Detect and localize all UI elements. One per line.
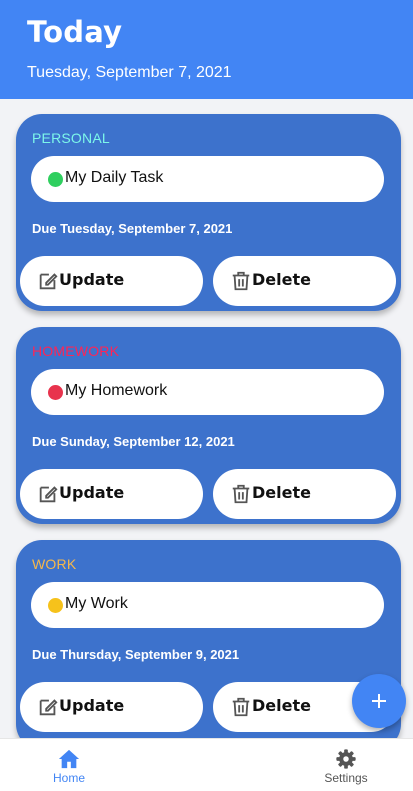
delete-button[interactable]: Delete xyxy=(213,256,396,306)
task-name: My Daily Task xyxy=(65,169,164,186)
task-due-date: Due Tuesday, September 7, 2021 xyxy=(32,221,233,236)
edit-icon xyxy=(39,273,58,290)
nav-home-label: Home xyxy=(52,771,85,785)
nav-item-settings[interactable]: Settings xyxy=(315,739,377,791)
task-list[interactable]: PERSONAL My Daily Task Due Tuesday, Sept… xyxy=(0,99,413,738)
task-card: PERSONAL My Daily Task Due Tuesday, Sept… xyxy=(16,114,401,311)
update-button-label: Update xyxy=(59,696,125,715)
trash-icon xyxy=(232,484,250,504)
update-button-label: Update xyxy=(59,270,125,289)
current-date: Tuesday, September 7, 2021 xyxy=(27,64,232,81)
delete-button-label: Delete xyxy=(252,270,311,289)
task-name-pill: My Daily Task xyxy=(31,156,384,202)
task-name-pill: My Homework xyxy=(31,369,384,415)
nav-settings-label: Settings xyxy=(324,771,368,785)
task-category: PERSONAL xyxy=(32,130,110,146)
task-card: HOMEWORK My Homework Due Sunday, Septemb… xyxy=(16,327,401,524)
edit-icon xyxy=(39,699,58,716)
task-due-date: Due Sunday, September 12, 2021 xyxy=(32,434,235,449)
add-task-button[interactable] xyxy=(352,674,406,728)
gear-icon xyxy=(336,749,356,769)
page-title: Today xyxy=(27,15,123,49)
delete-button[interactable]: Delete xyxy=(213,469,396,519)
task-name-pill: My Work xyxy=(31,582,384,628)
update-button[interactable]: Update xyxy=(20,256,203,306)
update-button[interactable]: Update xyxy=(20,469,203,519)
trash-icon xyxy=(232,271,250,291)
category-dot-icon xyxy=(48,385,63,400)
update-button[interactable]: Update xyxy=(20,682,203,732)
app-header: Today Tuesday, September 7, 2021 xyxy=(0,0,413,99)
trash-icon xyxy=(232,697,250,717)
task-name: My Work xyxy=(65,595,128,612)
edit-icon xyxy=(39,486,58,503)
category-dot-icon xyxy=(48,598,63,613)
nav-item-home[interactable]: Home xyxy=(40,739,98,791)
delete-button-label: Delete xyxy=(252,696,311,715)
delete-button-label: Delete xyxy=(252,483,311,502)
category-dot-icon xyxy=(48,172,63,187)
task-category: HOMEWORK xyxy=(32,343,120,359)
task-due-date: Due Thursday, September 9, 2021 xyxy=(32,647,240,662)
home-icon xyxy=(58,749,80,769)
task-category: WORK xyxy=(32,556,77,572)
bottom-navigation: Home Settings xyxy=(0,738,413,791)
update-button-label: Update xyxy=(59,483,125,502)
task-name: My Homework xyxy=(65,382,168,399)
plus-icon xyxy=(372,694,386,708)
task-card: WORK My Work Due Thursday, September 9, … xyxy=(16,540,401,738)
